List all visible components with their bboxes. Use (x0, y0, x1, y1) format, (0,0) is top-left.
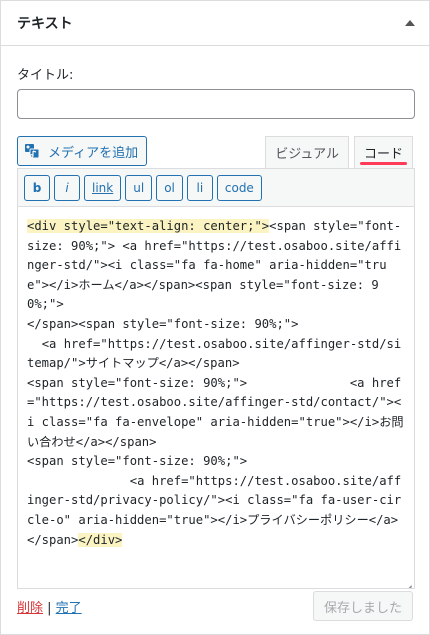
code-body: <span style="font-size: 90%;"> <a href="… (27, 219, 404, 547)
delete-link[interactable]: 削除 (17, 601, 43, 616)
title-input[interactable] (17, 89, 415, 119)
qt-code-button[interactable]: code (216, 174, 262, 201)
widget-body: タイトル: メディアを追加 ビジュアル コード b i link ul ol l… (1, 64, 429, 589)
qt-li-button[interactable]: li (186, 174, 213, 201)
qt-link-button[interactable]: link (84, 174, 122, 201)
code-highlight-close: </div> (78, 532, 123, 547)
code-textarea[interactable]: <div style="text-align: center;"><span s… (18, 207, 414, 588)
widget-footer: 削除 | 完了 保存しました (17, 591, 413, 621)
widget-header[interactable]: テキスト (1, 1, 429, 46)
quicktags-toolbar: b i link ul ol li code (18, 169, 414, 207)
code-editor: b i link ul ol li code <div style="text-… (17, 168, 415, 589)
text-widget: テキスト タイトル: メディアを追加 ビジュアル コード b i link ul… (0, 0, 430, 635)
save-button[interactable]: 保存しました (312, 591, 413, 621)
footer-separator: | (43, 600, 56, 616)
footer-links: 削除 | 完了 (17, 597, 82, 616)
qt-bold-button[interactable]: b (24, 174, 50, 201)
qt-ol-button[interactable]: ol (156, 174, 183, 201)
collapse-arrow-icon[interactable] (405, 20, 415, 26)
widget-title: テキスト (17, 16, 73, 32)
add-media-button[interactable]: メディアを追加 (17, 136, 148, 166)
code-highlight-open: <div style="text-align: center;"> (27, 219, 270, 233)
add-media-label: メディアを追加 (48, 145, 139, 161)
resize-handle-icon[interactable] (403, 577, 412, 586)
editor-tools: メディアを追加 ビジュアル コード (17, 136, 413, 168)
qt-ul-button[interactable]: ul (125, 174, 153, 201)
title-label: タイトル: (17, 68, 74, 83)
tab-visual[interactable]: ビジュアル (265, 136, 349, 168)
media-icon (24, 143, 42, 159)
qt-italic-button[interactable]: i (54, 174, 80, 201)
editor-tabs: ビジュアル コード (265, 136, 413, 168)
done-link[interactable]: 完了 (56, 601, 82, 616)
tab-code[interactable]: コード (353, 136, 413, 168)
